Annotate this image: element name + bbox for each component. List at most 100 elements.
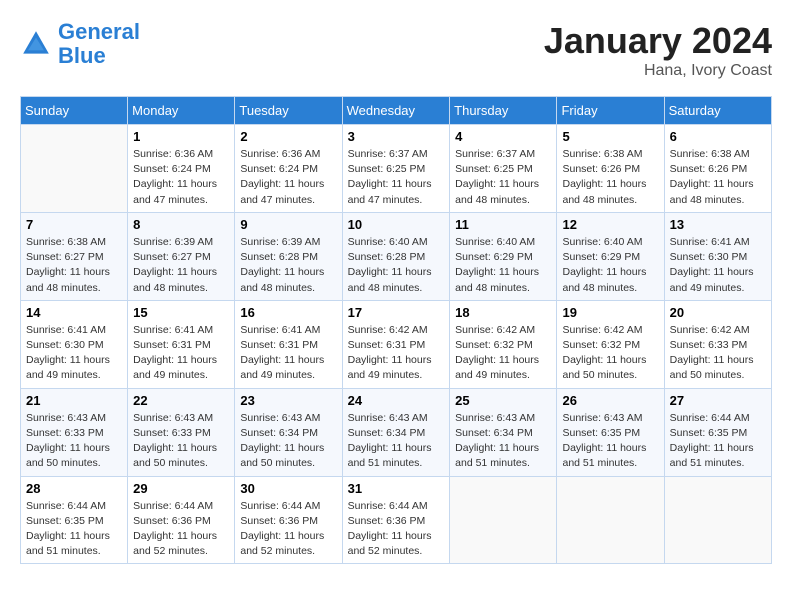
day-number: 29 xyxy=(133,481,229,496)
day-number: 7 xyxy=(26,217,122,232)
cell-sun-info: Sunrise: 6:41 AMSunset: 6:30 PMDaylight:… xyxy=(26,323,122,384)
logo-icon xyxy=(20,28,52,60)
day-of-week-header: Sunday xyxy=(21,97,128,125)
cell-sun-info: Sunrise: 6:37 AMSunset: 6:25 PMDaylight:… xyxy=(455,147,551,208)
calendar-cell: 10Sunrise: 6:40 AMSunset: 6:28 PMDayligh… xyxy=(342,212,450,300)
day-number: 22 xyxy=(133,393,229,408)
day-number: 8 xyxy=(133,217,229,232)
cell-sun-info: Sunrise: 6:43 AMSunset: 6:35 PMDaylight:… xyxy=(562,411,658,472)
calendar-cell: 20Sunrise: 6:42 AMSunset: 6:33 PMDayligh… xyxy=(664,300,771,388)
cell-sun-info: Sunrise: 6:44 AMSunset: 6:35 PMDaylight:… xyxy=(26,499,122,560)
calendar-cell: 16Sunrise: 6:41 AMSunset: 6:31 PMDayligh… xyxy=(235,300,342,388)
calendar-cell: 24 Sunrise: 6:43 AMSunset: 6:34 PMDayligh… xyxy=(342,388,450,476)
cell-sun-info: Sunrise: 6:43 AMSunset: 6:33 PMDaylight:… xyxy=(133,411,229,472)
cell-sun-info: Sunrise: 6:41 AMSunset: 6:30 PMDaylight:… xyxy=(670,235,766,296)
calendar-week-row: 28Sunrise: 6:44 AMSunset: 6:35 PMDayligh… xyxy=(21,476,772,564)
day-number: 30 xyxy=(240,481,336,496)
calendar-cell: 25 Sunrise: 6:43 AMSunset: 6:34 PMDayligh… xyxy=(450,388,557,476)
day-number: 19 xyxy=(562,305,658,320)
month-year-title: January 2024 xyxy=(544,20,772,62)
cell-sun-info: Sunrise: 6:38 AMSunset: 6:26 PMDaylight:… xyxy=(670,147,766,208)
cell-sun-info: Sunrise: 6:44 AMSunset: 6:35 PMDaylight:… xyxy=(670,411,766,472)
calendar-cell: 17 Sunrise: 6:42 AMSunset: 6:31 PMDayligh… xyxy=(342,300,450,388)
day-number: 18 xyxy=(455,305,551,320)
day-number: 23 xyxy=(240,393,336,408)
page-header: General Blue January 2024 Hana, Ivory Co… xyxy=(20,20,772,80)
day-number: 25 xyxy=(455,393,551,408)
cell-sun-info: Sunrise: 6:37 AMSunset: 6:25 PMDaylight:… xyxy=(348,147,445,208)
cell-sun-info: Sunrise: 6:43 AMSunset: 6:34 PMDaylight:… xyxy=(348,411,445,472)
calendar-cell xyxy=(21,125,128,213)
calendar-cell: 28Sunrise: 6:44 AMSunset: 6:35 PMDayligh… xyxy=(21,476,128,564)
cell-sun-info: Sunrise: 6:40 AMSunset: 6:29 PMDaylight:… xyxy=(455,235,551,296)
calendar-cell: 7Sunrise: 6:38 AMSunset: 6:27 PMDaylight… xyxy=(21,212,128,300)
day-number: 11 xyxy=(455,217,551,232)
cell-sun-info: Sunrise: 6:39 AMSunset: 6:27 PMDaylight:… xyxy=(133,235,229,296)
cell-sun-info: Sunrise: 6:44 AMSunset: 6:36 PMDaylight:… xyxy=(348,499,445,560)
day-number: 20 xyxy=(670,305,766,320)
day-number: 21 xyxy=(26,393,122,408)
cell-sun-info: Sunrise: 6:42 AMSunset: 6:31 PMDaylight:… xyxy=(348,323,445,384)
day-number: 5 xyxy=(562,129,658,144)
day-number: 12 xyxy=(562,217,658,232)
calendar-cell: 14 Sunrise: 6:41 AMSunset: 6:30 PMDayligh… xyxy=(21,300,128,388)
day-number: 16 xyxy=(240,305,336,320)
calendar-cell: 29 Sunrise: 6:44 AMSunset: 6:36 PMDayligh… xyxy=(128,476,235,564)
cell-sun-info: Sunrise: 6:36 AMSunset: 6:24 PMDaylight:… xyxy=(240,147,336,208)
calendar-header-row: SundayMondayTuesdayWednesdayThursdayFrid… xyxy=(21,97,772,125)
calendar-cell: 9 Sunrise: 6:39 AMSunset: 6:28 PMDaylight… xyxy=(235,212,342,300)
calendar-cell: 3 Sunrise: 6:37 AMSunset: 6:25 PMDaylight… xyxy=(342,125,450,213)
day-of-week-header: Saturday xyxy=(664,97,771,125)
calendar-week-row: 21 Sunrise: 6:43 AMSunset: 6:33 PMDayligh… xyxy=(21,388,772,476)
cell-sun-info: Sunrise: 6:43 AMSunset: 6:33 PMDaylight:… xyxy=(26,411,122,472)
day-number: 13 xyxy=(670,217,766,232)
day-number: 26 xyxy=(562,393,658,408)
cell-sun-info: Sunrise: 6:43 AMSunset: 6:34 PMDaylight:… xyxy=(455,411,551,472)
cell-sun-info: Sunrise: 6:44 AMSunset: 6:36 PMDaylight:… xyxy=(240,499,336,560)
calendar-cell: 30 Sunrise: 6:44 AMSunset: 6:36 PMDayligh… xyxy=(235,476,342,564)
calendar-cell xyxy=(664,476,771,564)
calendar-cell: 19 Sunrise: 6:42 AMSunset: 6:32 PMDayligh… xyxy=(557,300,664,388)
calendar-cell: 26 Sunrise: 6:43 AMSunset: 6:35 PMDayligh… xyxy=(557,388,664,476)
calendar-week-row: 14 Sunrise: 6:41 AMSunset: 6:30 PMDayligh… xyxy=(21,300,772,388)
calendar-cell: 22 Sunrise: 6:43 AMSunset: 6:33 PMDayligh… xyxy=(128,388,235,476)
cell-sun-info: Sunrise: 6:39 AMSunset: 6:28 PMDaylight:… xyxy=(240,235,336,296)
calendar-cell: 8 Sunrise: 6:39 AMSunset: 6:27 PMDaylight… xyxy=(128,212,235,300)
cell-sun-info: Sunrise: 6:44 AMSunset: 6:36 PMDaylight:… xyxy=(133,499,229,560)
calendar-cell xyxy=(450,476,557,564)
location-subtitle: Hana, Ivory Coast xyxy=(544,62,772,80)
day-number: 6 xyxy=(670,129,766,144)
calendar-week-row: 7Sunrise: 6:38 AMSunset: 6:27 PMDaylight… xyxy=(21,212,772,300)
day-number: 31 xyxy=(348,481,445,496)
cell-sun-info: Sunrise: 6:40 AMSunset: 6:29 PMDaylight:… xyxy=(562,235,658,296)
day-of-week-header: Thursday xyxy=(450,97,557,125)
cell-sun-info: Sunrise: 6:41 AMSunset: 6:31 PMDaylight:… xyxy=(133,323,229,384)
day-number: 17 xyxy=(348,305,445,320)
day-number: 2 xyxy=(240,129,336,144)
calendar-cell: 21 Sunrise: 6:43 AMSunset: 6:33 PMDayligh… xyxy=(21,388,128,476)
calendar-cell: 27 Sunrise: 6:44 AMSunset: 6:35 PMDayligh… xyxy=(664,388,771,476)
calendar-cell: 15Sunrise: 6:41 AMSunset: 6:31 PMDayligh… xyxy=(128,300,235,388)
calendar-cell xyxy=(557,476,664,564)
cell-sun-info: Sunrise: 6:42 AMSunset: 6:32 PMDaylight:… xyxy=(562,323,658,384)
day-number: 3 xyxy=(348,129,445,144)
day-of-week-header: Monday xyxy=(128,97,235,125)
calendar-table: SundayMondayTuesdayWednesdayThursdayFrid… xyxy=(20,96,772,564)
logo: General Blue xyxy=(20,20,140,68)
day-of-week-header: Wednesday xyxy=(342,97,450,125)
day-number: 4 xyxy=(455,129,551,144)
calendar-cell: 23Sunrise: 6:43 AMSunset: 6:34 PMDayligh… xyxy=(235,388,342,476)
calendar-cell: 11 Sunrise: 6:40 AMSunset: 6:29 PMDayligh… xyxy=(450,212,557,300)
day-number: 9 xyxy=(240,217,336,232)
calendar-cell: 2 Sunrise: 6:36 AMSunset: 6:24 PMDaylight… xyxy=(235,125,342,213)
calendar-cell: 4 Sunrise: 6:37 AMSunset: 6:25 PMDaylight… xyxy=(450,125,557,213)
day-number: 27 xyxy=(670,393,766,408)
day-of-week-header: Tuesday xyxy=(235,97,342,125)
day-number: 24 xyxy=(348,393,445,408)
calendar-cell: 31 Sunrise: 6:44 AMSunset: 6:36 PMDayligh… xyxy=(342,476,450,564)
day-number: 1 xyxy=(133,129,229,144)
calendar-cell: 6 Sunrise: 6:38 AMSunset: 6:26 PMDaylight… xyxy=(664,125,771,213)
day-number: 14 xyxy=(26,305,122,320)
day-number: 10 xyxy=(348,217,445,232)
calendar-cell: 5Sunrise: 6:38 AMSunset: 6:26 PMDaylight… xyxy=(557,125,664,213)
